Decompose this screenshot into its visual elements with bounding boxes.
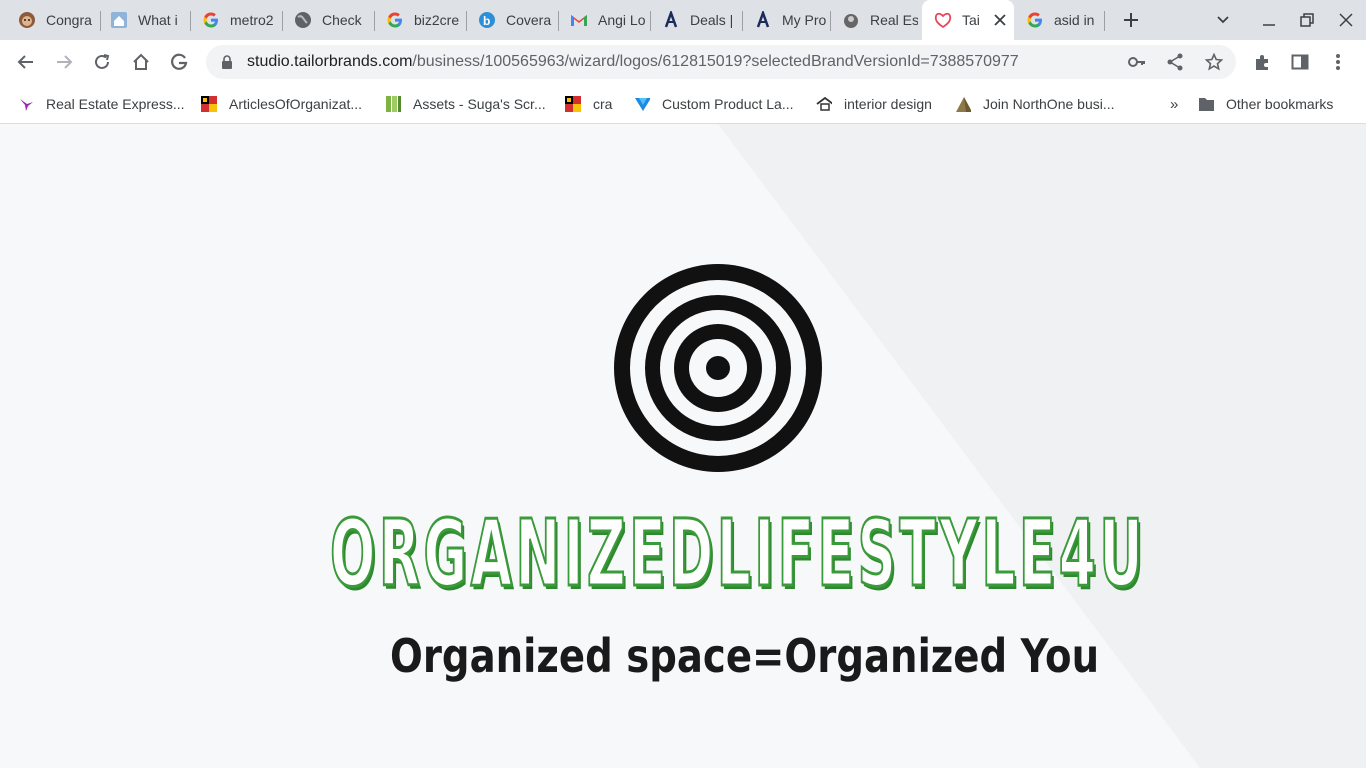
monkey-icon xyxy=(18,11,36,29)
hummingbird-icon xyxy=(18,96,34,112)
google-icon xyxy=(386,11,404,29)
tab-title: Real Es xyxy=(870,12,918,28)
tab-2[interactable]: metro2 xyxy=(190,4,282,36)
angi-icon xyxy=(662,11,680,29)
google-icon xyxy=(1026,11,1044,29)
reload-button[interactable] xyxy=(88,48,116,76)
other-bookmarks-label: Other bookmarks xyxy=(1226,96,1334,112)
house-icon xyxy=(110,11,128,29)
gmail-icon xyxy=(570,11,588,29)
side-panel-icon[interactable] xyxy=(1286,48,1314,76)
tab-title: Congra xyxy=(46,12,92,28)
other-bookmarks-folder[interactable]: Other bookmarks xyxy=(1198,92,1333,116)
northone-icon xyxy=(955,96,971,112)
tab-6[interactable]: Angi Lo xyxy=(558,4,650,36)
more-bookmarks-chevron[interactable]: » xyxy=(1170,92,1178,116)
maryland-flag-icon xyxy=(565,96,581,112)
agent-icon xyxy=(842,11,860,29)
browser-toolbar: studio.tailorbrands.com/business/1005659… xyxy=(0,40,1366,84)
bookmark-5[interactable]: interior design xyxy=(816,92,932,116)
address-bar[interactable]: studio.tailorbrands.com/business/1005659… xyxy=(206,45,1236,79)
extensions-icon[interactable] xyxy=(1248,48,1276,76)
bookmark-0[interactable]: Real Estate Express... xyxy=(18,92,185,116)
folder-icon xyxy=(1198,96,1214,112)
share-icon[interactable] xyxy=(1167,53,1183,76)
forward-button[interactable] xyxy=(50,48,78,76)
url-host: studio.tailorbrands.com xyxy=(247,53,413,70)
tab-title: Tai xyxy=(962,12,980,28)
close-tab-icon[interactable] xyxy=(992,12,1008,28)
brand-name: ORGANIZEDLIFESTYLE4U xyxy=(329,500,1147,607)
tab-title: Angi Lo xyxy=(598,12,646,28)
tab-title: My Pro xyxy=(782,12,827,28)
bookmark-3[interactable]: cra xyxy=(565,92,612,116)
bookmark-label: Custom Product La... xyxy=(662,96,794,112)
tab-title: metro2 xyxy=(230,12,274,28)
bookmark-6[interactable]: Join NorthOne busi... xyxy=(955,92,1115,116)
home-button[interactable] xyxy=(127,48,155,76)
bookmarks-bar: Real Estate Express... ArticlesOfOrganiz… xyxy=(0,84,1366,124)
logo-preview-area: ORGANIZEDLIFESTYLE4U Organized space=Org… xyxy=(0,124,1366,768)
angi-icon xyxy=(754,11,772,29)
bookmark-2[interactable]: Assets - Suga's Scr... xyxy=(385,92,546,116)
bookmark-label: Join NorthOne busi... xyxy=(983,96,1115,112)
tab-1[interactable]: What i xyxy=(98,4,190,36)
maryland-flag-icon xyxy=(201,96,217,112)
tab-title: Deals | xyxy=(690,12,734,28)
globe-icon xyxy=(294,11,312,29)
tab-9[interactable]: Real Es xyxy=(830,4,922,36)
tab-title: What i xyxy=(138,12,178,28)
tab-title: Covera xyxy=(506,12,552,28)
green-book-icon xyxy=(385,96,401,112)
brand-slogan: Organized space=Organized You xyxy=(390,629,1100,683)
bookmark-label: Real Estate Express... xyxy=(46,96,185,112)
bookmark-label: Assets - Suga's Scr... xyxy=(413,96,546,112)
vistaprint-icon xyxy=(634,96,650,112)
tab-5[interactable]: b Covera xyxy=(466,4,558,36)
tab-4[interactable]: biz2cre xyxy=(374,4,466,36)
tab-title: biz2cre xyxy=(414,12,460,28)
svg-text:b: b xyxy=(483,14,490,28)
bookmark-star-icon[interactable] xyxy=(1204,52,1224,76)
bookmark-label: ArticlesOfOrganizat... xyxy=(229,96,363,112)
tab-8[interactable]: My Pro xyxy=(742,4,834,36)
url-path: /business/100565963/wizard/logos/6128150… xyxy=(412,53,1019,70)
chrome-menu-icon[interactable] xyxy=(1324,48,1352,76)
url-text[interactable]: studio.tailorbrands.com/business/1005659… xyxy=(247,53,1019,71)
tab-11[interactable]: asid in xyxy=(1014,4,1106,36)
tab-strip: Congra What i metro2 Check biz2cre b Cov… xyxy=(0,0,1366,40)
tailor-brands-icon xyxy=(934,11,952,29)
house-icon xyxy=(816,96,832,112)
bookmark-4[interactable]: Custom Product La... xyxy=(634,92,794,116)
concentric-circles-logo-icon xyxy=(614,264,822,472)
close-window-button[interactable] xyxy=(1332,6,1360,34)
tab-3[interactable]: Check xyxy=(282,4,374,36)
double-chevron-icon: » xyxy=(1170,95,1179,113)
key-icon[interactable] xyxy=(1128,54,1146,75)
tab-7[interactable]: Deals | xyxy=(650,4,742,36)
google-lens-icon[interactable] xyxy=(165,48,193,76)
b-logo-icon: b xyxy=(478,11,496,29)
bookmark-label: interior design xyxy=(844,96,932,112)
restore-button[interactable] xyxy=(1293,6,1321,34)
google-icon xyxy=(202,11,220,29)
new-tab-button[interactable] xyxy=(1117,6,1145,34)
tab-title: asid in xyxy=(1054,12,1095,28)
tab-0[interactable]: Congra xyxy=(6,4,98,36)
minimize-button[interactable] xyxy=(1255,6,1283,34)
back-button[interactable] xyxy=(12,48,40,76)
lock-icon[interactable] xyxy=(221,55,233,74)
tab-title: Check xyxy=(322,12,362,28)
tab-search-button[interactable] xyxy=(1209,6,1237,34)
bookmark-1[interactable]: ArticlesOfOrganizat... xyxy=(201,92,362,116)
tab-10-active[interactable]: Tai xyxy=(922,0,1014,40)
bookmark-label: cra xyxy=(593,96,613,112)
